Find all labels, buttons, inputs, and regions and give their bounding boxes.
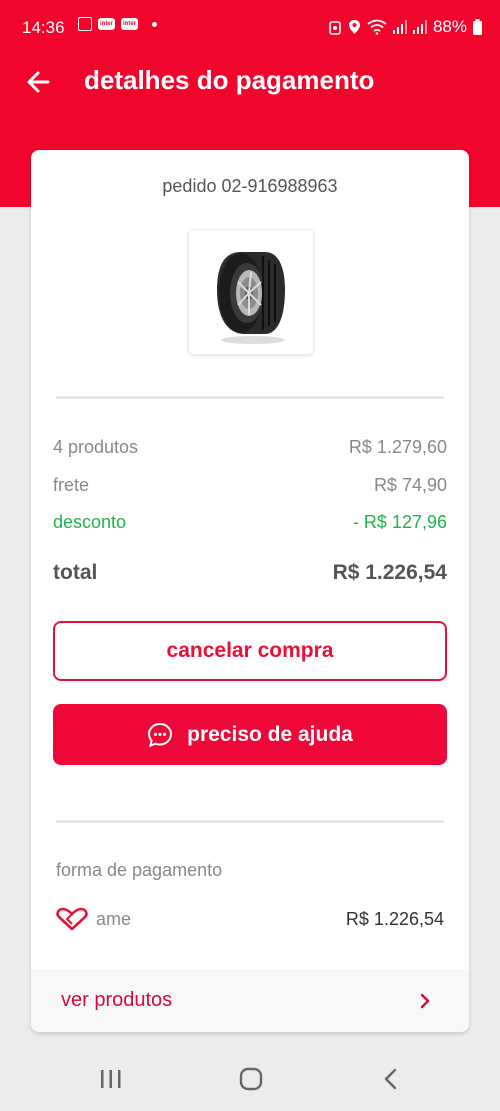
heart-icon bbox=[56, 907, 88, 931]
summary-total-row: total R$ 1.226,54 bbox=[53, 561, 447, 585]
payment-details-card: pedido 02-916988963 4 produtos R$ 1.279,… bbox=[31, 150, 469, 1032]
back-button[interactable] bbox=[22, 64, 58, 100]
payment-section-label: forma de pagamento bbox=[56, 860, 223, 880]
total-label: total bbox=[53, 561, 98, 584]
discount-label: desconto bbox=[53, 512, 127, 532]
alarm-icon bbox=[329, 21, 341, 35]
product-image[interactable] bbox=[188, 229, 314, 355]
total-value: R$ 1.226,54 bbox=[332, 561, 447, 584]
order-id: pedido 02-916988963 bbox=[162, 176, 338, 196]
payment-method-row: ame R$ 1.226,54 bbox=[56, 907, 444, 931]
inter-app-icon: inter bbox=[98, 18, 116, 30]
help-label: preciso de ajuda bbox=[187, 722, 353, 746]
signal-icon-2 bbox=[412, 20, 427, 34]
home-button[interactable] bbox=[231, 1061, 271, 1097]
calendar-icon bbox=[78, 17, 92, 31]
chevron-left-icon bbox=[384, 1068, 397, 1090]
payment-method-name: ame bbox=[96, 908, 132, 929]
wifi-icon bbox=[367, 19, 387, 35]
recent-apps-button[interactable] bbox=[91, 1061, 131, 1097]
tire-image bbox=[217, 252, 285, 344]
view-products-label: ver produtos bbox=[61, 989, 173, 1011]
help-button[interactable]: preciso de ajuda bbox=[53, 704, 447, 765]
summary-discount-row: desconto - R$ 127,96 bbox=[53, 512, 447, 533]
divider-2 bbox=[56, 820, 444, 823]
summary-shipping-row: frete R$ 74,90 bbox=[53, 475, 447, 496]
back-nav-button[interactable] bbox=[371, 1061, 411, 1097]
chat-bubble-icon bbox=[148, 722, 173, 747]
more-notifications-dot bbox=[152, 21, 158, 27]
notification-icons: inter inter bbox=[78, 17, 158, 31]
products-label: 4 produtos bbox=[53, 437, 139, 457]
payment-amount: R$ 1.226,54 bbox=[345, 908, 444, 929]
summary-products-row: 4 produtos R$ 1.279,60 bbox=[53, 437, 447, 458]
battery-icon bbox=[473, 19, 482, 35]
products-value: R$ 1.279,60 bbox=[348, 437, 447, 457]
shipping-label: frete bbox=[53, 475, 90, 495]
cancel-purchase-button[interactable]: cancelar compra bbox=[53, 621, 447, 681]
page-title: detalhes do pagamento bbox=[84, 65, 375, 95]
battery-percent: 88% bbox=[432, 17, 467, 36]
home-icon bbox=[239, 1067, 263, 1091]
system-navigation-bar bbox=[0, 1044, 500, 1111]
arrow-left-icon bbox=[27, 71, 50, 93]
recents-icon bbox=[101, 1070, 121, 1088]
divider-1 bbox=[56, 396, 444, 399]
cancel-purchase-label: cancelar compra bbox=[166, 639, 334, 662]
location-icon bbox=[348, 20, 360, 34]
discount-value: - R$ 127,96 bbox=[352, 512, 447, 532]
status-bar: 14:36 inter inter 88% bbox=[0, 0, 500, 40]
view-products-link[interactable]: ver produtos bbox=[31, 969, 469, 1032]
shipping-value: R$ 74,90 bbox=[373, 475, 447, 495]
status-time: 14:36 bbox=[22, 18, 65, 37]
chevron-right-icon bbox=[420, 993, 430, 1008]
system-icons: 88% bbox=[328, 17, 482, 37]
inter-app-icon-2: inter bbox=[121, 18, 139, 30]
signal-icon bbox=[392, 20, 407, 34]
